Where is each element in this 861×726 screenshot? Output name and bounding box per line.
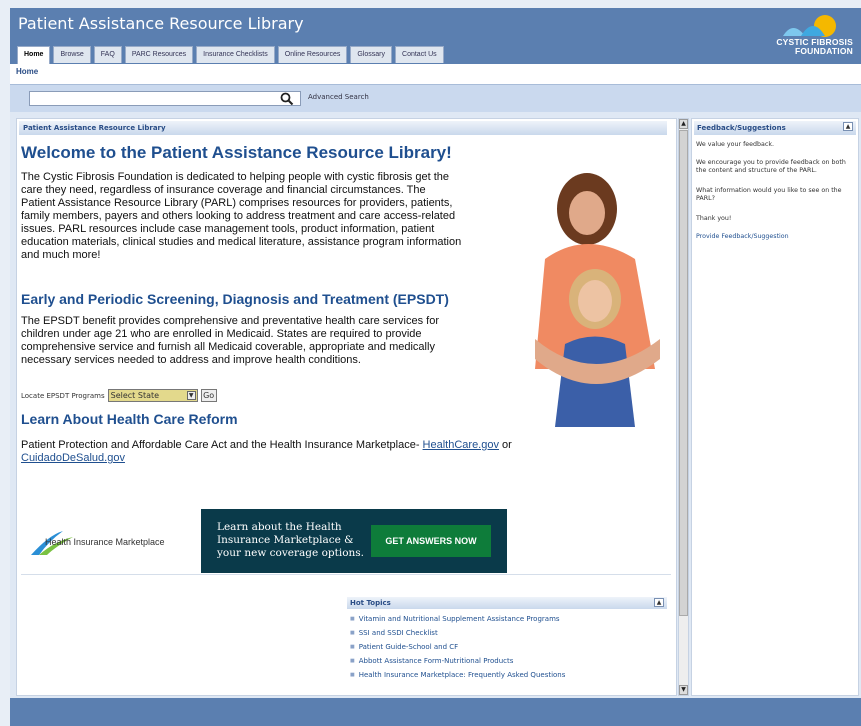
tab-faq[interactable]: FAQ: [93, 46, 122, 63]
intro-line: education materials, clinical studies an…: [21, 236, 462, 248]
healthcare-gov-link[interactable]: HealthCare.gov: [423, 439, 499, 451]
cuidadodesalud-link[interactable]: CuidadoDeSalud.gov: [21, 452, 125, 464]
search-input[interactable]: [29, 91, 301, 106]
hot-topics-title: Hot Topics: [350, 599, 391, 607]
hot-topic-label: SSI and SSDI Checklist: [358, 629, 438, 637]
logo-line2: FOUNDATION: [794, 46, 853, 56]
bullet-icon: ■: [350, 658, 355, 664]
breadcrumb[interactable]: Home: [16, 67, 38, 76]
state-select-value: Select State: [110, 391, 160, 400]
feedback-title: Feedback/Suggestions: [697, 124, 786, 132]
hot-topic-item[interactable]: ■ Patient Guide-School and CF: [347, 643, 667, 651]
epsdt-line: The EPSDT benefit provides comprehensive…: [21, 315, 440, 327]
marketplace-promo: Learn about the Health Insurance Marketp…: [201, 509, 507, 573]
bullet-icon: ■: [350, 672, 355, 678]
state-select[interactable]: Select State ▼: [107, 389, 198, 402]
breadcrumb-bar: Home: [10, 64, 861, 84]
hot-topic-label: Patient Guide-School and CF: [358, 643, 459, 651]
cff-logo-text: CYSTIC FIBROSIS FOUNDATION: [776, 38, 853, 56]
collapse-icon[interactable]: ▲: [654, 598, 664, 607]
footer: [10, 698, 861, 726]
main-panel: Patient Assistance Resource Library Welc…: [10, 112, 861, 698]
app-window: Patient Assistance Resource Library CYST…: [10, 8, 861, 726]
search-icon[interactable]: [280, 92, 294, 106]
reform-or: or: [502, 439, 512, 451]
epsdt-paragraph: The EPSDT benefit provides comprehensive…: [21, 315, 439, 367]
marketplace-logo: Health Insurance Marketplace: [21, 509, 201, 573]
tab-online-resources[interactable]: Online Resources: [277, 46, 348, 63]
locate-label: Locate EPSDT Programs: [21, 391, 105, 400]
banner-line: your new coverage options.: [217, 547, 365, 559]
banner-text: Learn about the Health Insurance Marketp…: [217, 521, 364, 560]
banner-line: Learn about the Health: [217, 521, 342, 533]
feedback-header: Feedback/Suggestions ▲: [694, 121, 856, 135]
bullet-icon: ■: [350, 616, 355, 622]
intro-line: issues. PARL resources include case mana…: [21, 223, 435, 235]
tab-contact-us[interactable]: Contact Us: [395, 46, 444, 63]
intro-line: Patient Assistance Resource Library (PAR…: [21, 197, 453, 209]
intro-line: care they need, regardless of insurance …: [21, 184, 426, 196]
intro-paragraph: The Cystic Fibrosis Foundation is dedica…: [21, 171, 461, 262]
hot-topic-label: Vitamin and Nutritional Supplement Assis…: [358, 615, 560, 623]
bullet-icon: ■: [350, 644, 355, 650]
scroll-down-icon[interactable]: ▼: [679, 685, 688, 695]
tab-parc-resources[interactable]: PARC Resources: [124, 46, 194, 63]
reform-text: Patient Protection and Affordable Care A…: [21, 439, 420, 451]
epsdt-line: children under age 21 who are enrolled i…: [21, 328, 422, 340]
search-bar: Advanced Search: [10, 84, 861, 112]
hot-topic-item[interactable]: ■ SSI and SSDI Checklist: [347, 629, 667, 637]
marketplace-logo-text: Health Insurance Marketplace: [45, 537, 165, 547]
feedback-text: What information would you like to see o…: [696, 187, 842, 202]
feedback-sidebar: Feedback/Suggestions ▲ We value your fee…: [691, 118, 859, 696]
collapse-icon[interactable]: ▲: [843, 122, 853, 131]
epsdt-line: necessary services needed to address and…: [21, 354, 361, 366]
hot-topic-item[interactable]: ■ Health Insurance Marketplace: Frequentl…: [347, 671, 667, 679]
advanced-search-link[interactable]: Advanced Search: [308, 93, 369, 101]
feedback-text: We value your feedback.: [696, 141, 775, 148]
feedback-text: Thank you!: [696, 215, 732, 222]
locate-epsdt-row: Locate EPSDT Programs Select State ▼ Go: [21, 389, 217, 402]
provide-feedback-link[interactable]: Provide Feedback/Suggestion: [696, 233, 854, 241]
tab-home[interactable]: Home: [17, 46, 51, 64]
hot-topic-label: Health Insurance Marketplace: Frequently…: [358, 671, 566, 679]
epsdt-line: comprehensive service and furnish all Me…: [21, 341, 435, 353]
hot-topics-panel: Hot Topics ▲ ■ Vitamin and Nutritional Su…: [347, 597, 667, 695]
scroll-thumb[interactable]: [679, 130, 688, 616]
divider: [21, 574, 671, 575]
get-answers-button[interactable]: GET ANSWERS NOW: [371, 525, 491, 557]
content-panel-title: Patient Assistance Resource Library: [19, 121, 667, 135]
intro-line: and much more!: [21, 249, 101, 261]
hot-topics-header: Hot Topics ▲: [347, 597, 667, 609]
mother-daughter-photo: [525, 169, 675, 427]
marketplace-banner[interactable]: Health Insurance Marketplace Learn about…: [21, 509, 507, 573]
page-title: Welcome to the Patient Assistance Resour…: [21, 143, 452, 162]
banner-line: Insurance Marketplace &: [217, 534, 354, 546]
feedback-text: We encourage you to provide feedback on …: [696, 159, 846, 174]
hot-topic-item[interactable]: ■ Abbott Assistance Form-Nutritional Prod…: [347, 657, 667, 665]
reform-paragraph: Patient Protection and Affordable Care A…: [21, 439, 561, 465]
epsdt-heading: Early and Periodic Screening, Diagnosis …: [21, 291, 449, 307]
intro-line: family members, payers and others lookin…: [21, 210, 456, 222]
go-button[interactable]: Go: [200, 389, 217, 402]
scroll-up-icon[interactable]: ▲: [679, 119, 688, 129]
tab-browse[interactable]: Browse: [53, 46, 91, 63]
app-title: Patient Assistance Resource Library: [18, 14, 304, 33]
chevron-down-icon[interactable]: ▼: [186, 391, 196, 400]
bullet-icon: ■: [350, 630, 355, 636]
content-pane: Patient Assistance Resource Library Welc…: [16, 118, 677, 696]
tab-glossary[interactable]: Glossary: [350, 46, 393, 63]
nav-tabs: Home Browse FAQ PARC Resources Insurance…: [17, 46, 444, 64]
tab-insurance-checklists[interactable]: Insurance Checklists: [196, 46, 275, 63]
header: Patient Assistance Resource Library CYST…: [10, 8, 861, 68]
reform-heading: Learn About Health Care Reform: [21, 411, 238, 427]
hot-topic-item[interactable]: ■ Vitamin and Nutritional Supplement Assi…: [347, 615, 667, 623]
intro-line: The Cystic Fibrosis Foundation is dedica…: [21, 171, 449, 183]
hot-topic-label: Abbott Assistance Form-Nutritional Produ…: [358, 657, 514, 665]
content-scrollbar[interactable]: ▲ ▼: [678, 118, 689, 696]
